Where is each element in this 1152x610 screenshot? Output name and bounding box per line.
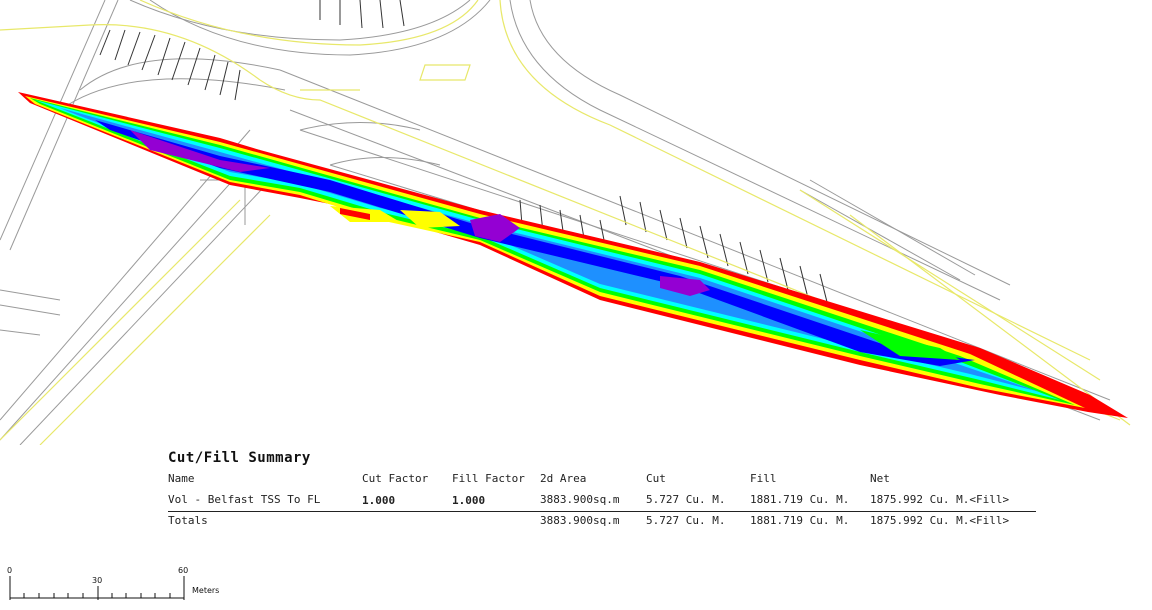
header-2d-area: 2d Area — [540, 472, 587, 485]
row-cut-factor: 1.000 — [362, 494, 396, 507]
row-net: 1875.992 Cu. M.<Fill> — [870, 493, 1010, 506]
header-net: Net — [870, 472, 890, 485]
header-cut: Cut — [646, 472, 666, 485]
row-cut: 5.727 Cu. M. — [646, 493, 726, 506]
scale-tick-0: 0 — [7, 566, 13, 575]
totals-fill: 1881.719 Cu. M. — [750, 514, 850, 527]
totals-cut: 5.727 Cu. M. — [646, 514, 726, 527]
totals-2d-area: 3883.900sq.m — [540, 514, 620, 527]
row-fill-factor: 1.000 — [452, 494, 486, 507]
row-fill: 1881.719 Cu. M. — [750, 493, 850, 506]
header-fill: Fill — [750, 472, 777, 485]
scale-tick-30: 30 — [92, 576, 103, 585]
header-fill-factor: Fill Factor — [452, 472, 525, 485]
scale-unit: Meters — [192, 586, 220, 595]
header-cut-factor: Cut Factor — [362, 472, 429, 485]
totals-net: 1875.992 Cu. M.<Fill> — [870, 514, 1010, 527]
row-2d-area: 3883.900sq.m — [540, 493, 620, 506]
table-divider — [168, 511, 1036, 512]
scale-tick-60: 60 — [178, 566, 189, 575]
